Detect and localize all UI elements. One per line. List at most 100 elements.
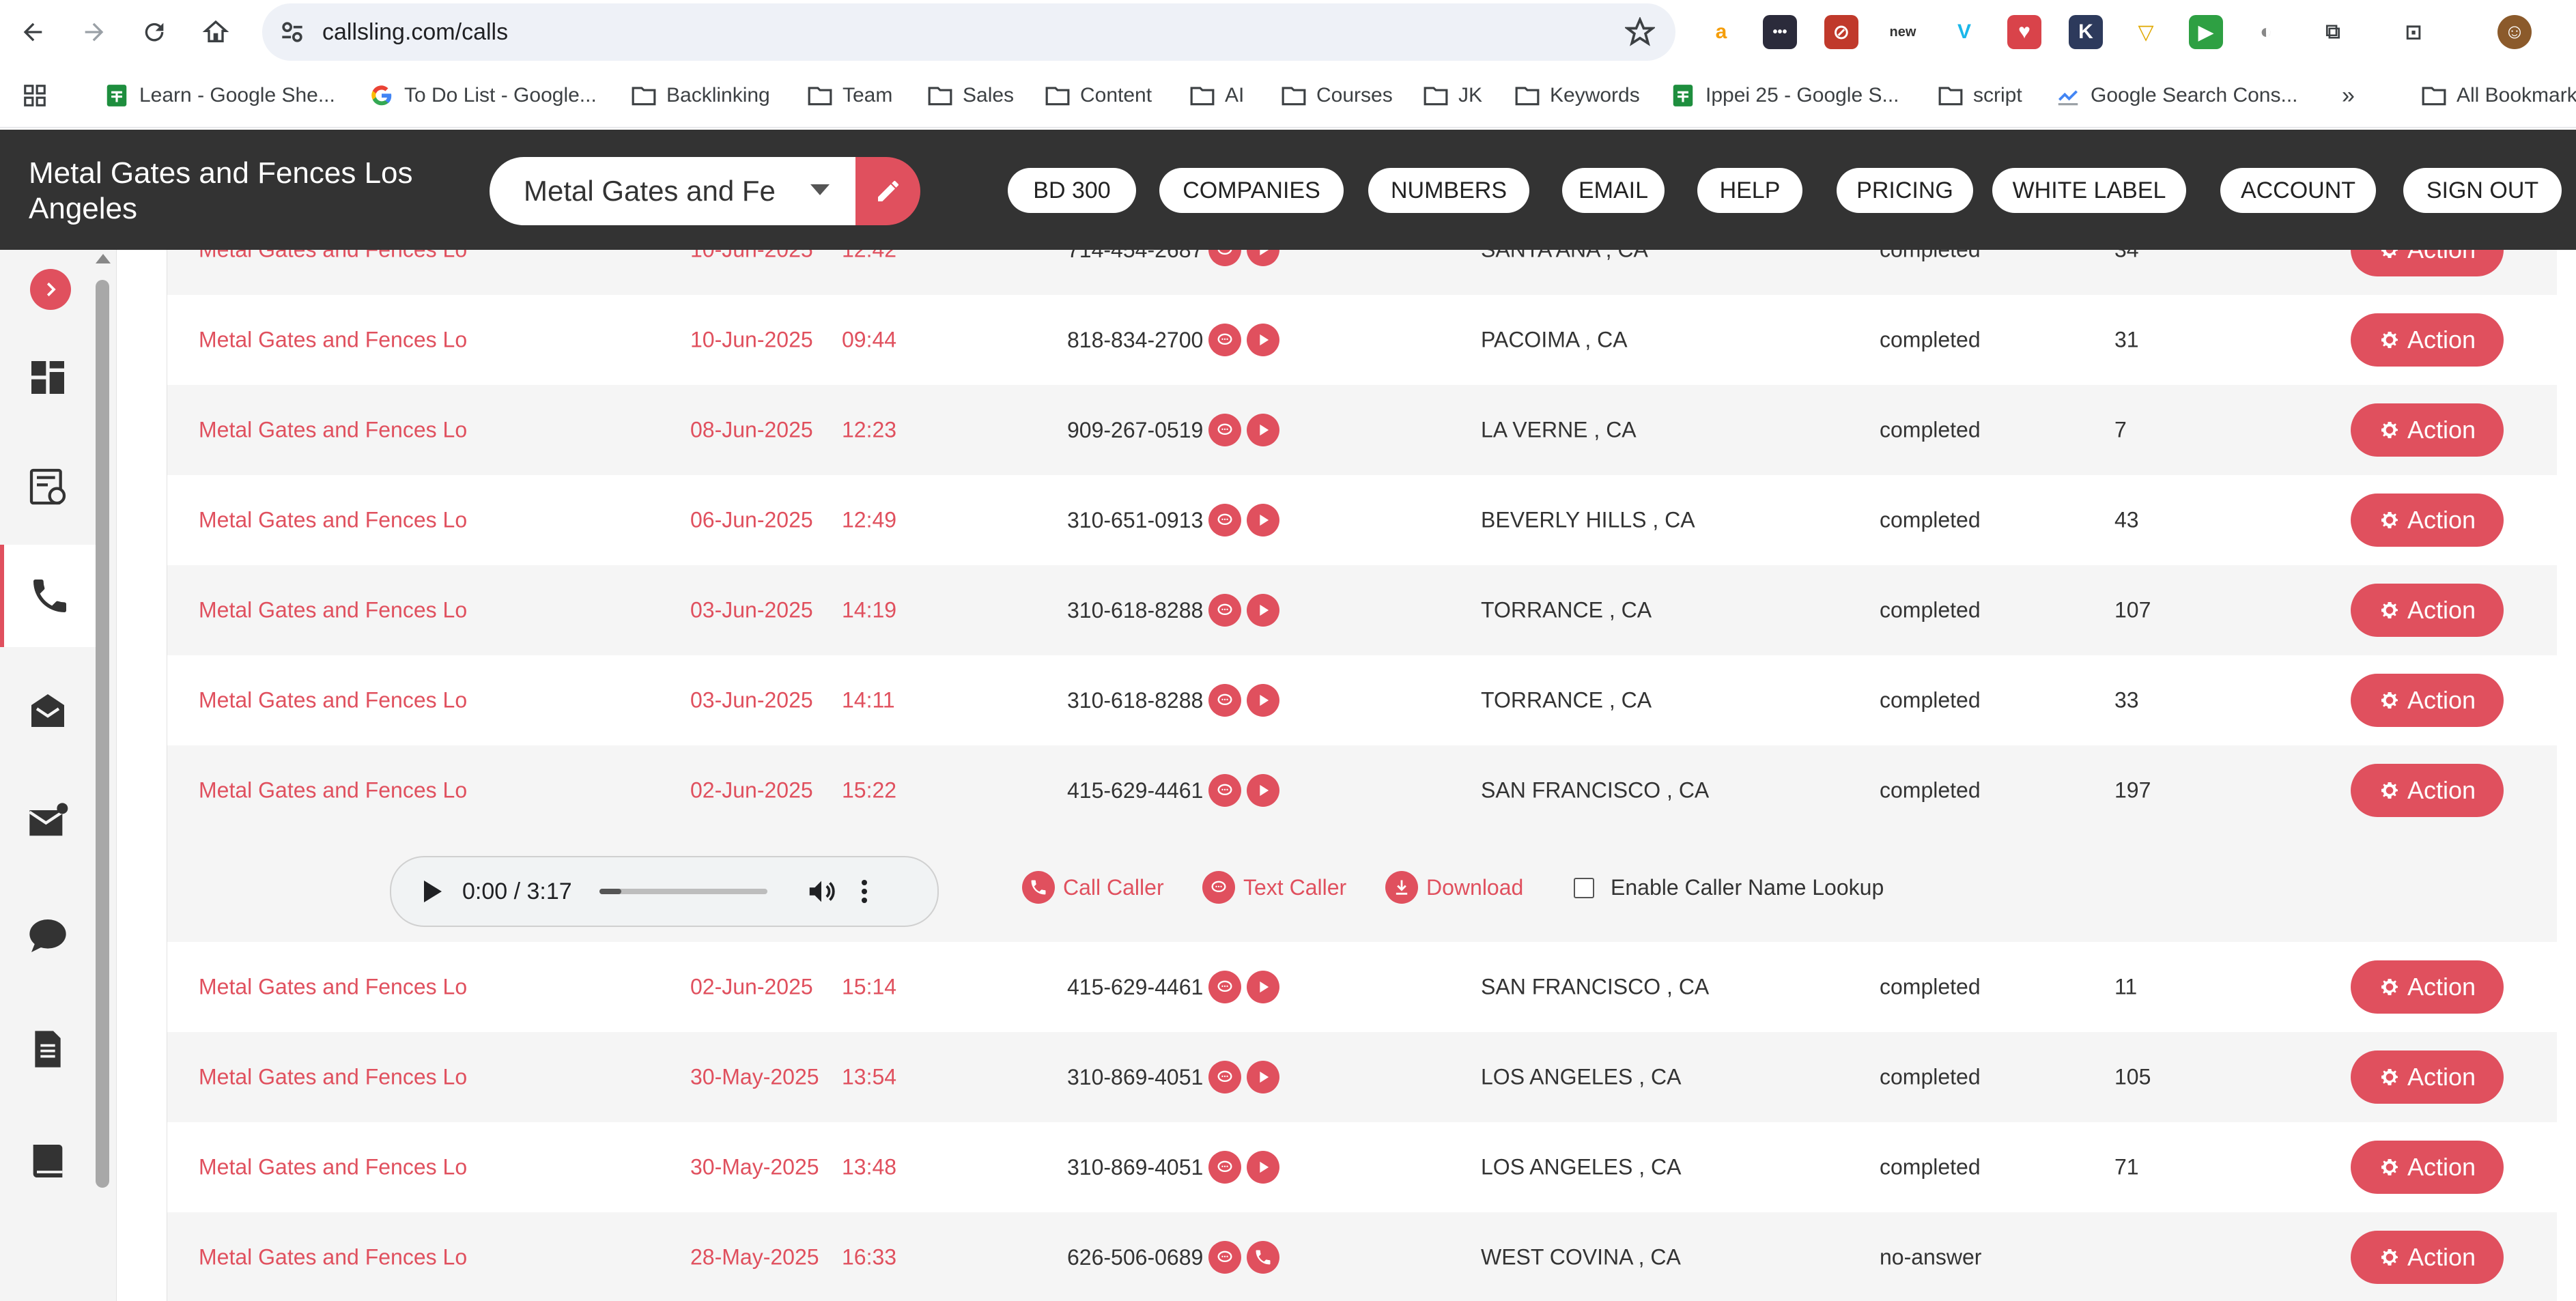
vimeo-extension-icon[interactable]: V bbox=[1947, 15, 1981, 49]
play-recording-icon[interactable] bbox=[1247, 684, 1280, 717]
sidebar-item-calls[interactable] bbox=[0, 545, 96, 647]
sidebar-item-book[interactable] bbox=[0, 1110, 96, 1212]
company-link[interactable]: Metal Gates and Fences Lo bbox=[199, 598, 467, 623]
company-link[interactable]: Metal Gates and Fences Lo bbox=[199, 688, 467, 713]
table-row[interactable]: Metal Gates and Fences Lo 10-Jun-2025 09:4… bbox=[167, 295, 2557, 386]
call-caller-link[interactable]: Call Caller bbox=[1022, 871, 1164, 904]
action-button[interactable]: Action bbox=[2351, 250, 2504, 276]
sms-icon[interactable] bbox=[1208, 1061, 1242, 1093]
sms-icon[interactable] bbox=[1208, 414, 1242, 446]
sidebar-scrollbar[interactable] bbox=[96, 280, 109, 1188]
sms-icon[interactable] bbox=[1208, 1241, 1242, 1274]
url-text[interactable]: callsling.com/calls bbox=[322, 19, 508, 46]
nav-white-label[interactable]: WHITE LABEL bbox=[1992, 168, 2186, 213]
address-bar[interactable]: callsling.com/calls bbox=[262, 3, 1675, 61]
download-link[interactable]: Download bbox=[1385, 871, 1523, 904]
company-link[interactable]: Metal Gates and Fences Lo bbox=[199, 250, 467, 263]
apps-grid-icon[interactable] bbox=[22, 79, 48, 112]
text-caller-link[interactable]: Text Caller bbox=[1202, 871, 1346, 904]
table-row[interactable]: Metal Gates and Fences Lo 03-Jun-2025 14:1… bbox=[167, 655, 2557, 746]
play-recording-icon[interactable] bbox=[1247, 1151, 1280, 1184]
sms-icon[interactable] bbox=[1208, 684, 1242, 717]
forward-button[interactable] bbox=[74, 12, 115, 53]
action-button[interactable]: Action bbox=[2351, 1141, 2504, 1194]
pocket-extension-icon[interactable]: ♥ bbox=[2007, 15, 2041, 49]
company-link[interactable]: Metal Gates and Fences Lo bbox=[199, 418, 467, 443]
home-button[interactable] bbox=[195, 12, 236, 53]
action-button[interactable]: Action bbox=[2351, 960, 2504, 1014]
company-link[interactable]: Metal Gates and Fences Lo bbox=[199, 508, 467, 533]
nav-account[interactable]: ACCOUNT bbox=[2220, 168, 2376, 213]
audio-player[interactable]: 0:00 / 3:17 bbox=[390, 856, 939, 927]
sidebar-item-dashboard[interactable] bbox=[0, 326, 96, 429]
sidebar-item-inbox[interactable] bbox=[0, 659, 96, 762]
bookmark-folder[interactable]: Content bbox=[1045, 79, 1152, 112]
sms-icon[interactable] bbox=[1208, 1151, 1242, 1184]
sidebar-item-chat[interactable] bbox=[0, 885, 96, 987]
bookmark-gsc[interactable]: Google Search Cons... bbox=[2055, 79, 2298, 112]
sms-icon[interactable] bbox=[1208, 774, 1242, 807]
action-button[interactable]: Action bbox=[2351, 313, 2504, 367]
amazon-extension-icon[interactable]: a bbox=[1704, 15, 1738, 49]
screen-recorder-extension-icon[interactable]: ▶ bbox=[2189, 15, 2223, 49]
company-link[interactable]: Metal Gates and Fences Lo bbox=[199, 1245, 467, 1270]
back-button[interactable] bbox=[12, 12, 53, 53]
bookmark-google[interactable]: To Do List - Google... bbox=[369, 79, 597, 112]
table-row[interactable]: Metal Gates and Fences Lo 30-May-2025 13:5… bbox=[167, 1032, 2557, 1123]
audio-progress-bar[interactable] bbox=[599, 889, 767, 894]
bookmark-sheets[interactable]: Learn - Google She... bbox=[104, 79, 335, 112]
nav-help[interactable]: HELP bbox=[1697, 168, 1802, 213]
company-link[interactable]: Metal Gates and Fences Lo bbox=[199, 778, 467, 803]
play-recording-icon[interactable] bbox=[1247, 504, 1280, 537]
company-link[interactable]: Metal Gates and Fences Lo bbox=[199, 975, 467, 1000]
sms-icon[interactable] bbox=[1208, 971, 1242, 1003]
profile-avatar[interactable]: ☺ bbox=[2497, 15, 2532, 49]
search-tab-icon[interactable]: ⊡ bbox=[2396, 15, 2431, 49]
table-row[interactable]: Metal Gates and Fences Lo 03-Jun-2025 14:1… bbox=[167, 565, 2557, 656]
sms-icon[interactable] bbox=[1208, 504, 1242, 537]
bookmark-folder[interactable]: Keywords bbox=[1514, 79, 1640, 112]
action-button[interactable]: Action bbox=[2351, 674, 2504, 727]
table-row[interactable]: Metal Gates and Fences Lo 10-Jun-2025 12:4… bbox=[167, 250, 2557, 296]
nav-numbers[interactable]: NUMBERS bbox=[1368, 168, 1529, 213]
bookmark-sheets[interactable]: Ippei 25 - Google S... bbox=[1670, 79, 1899, 112]
new-extension-icon[interactable]: new bbox=[1886, 15, 1920, 49]
action-button[interactable]: Action bbox=[2351, 1050, 2504, 1104]
play-recording-icon[interactable] bbox=[1247, 1061, 1280, 1093]
play-icon[interactable] bbox=[424, 881, 442, 902]
bookmark-folder[interactable]: AI bbox=[1189, 79, 1244, 112]
table-row[interactable]: Metal Gates and Fences Lo 30-May-2025 13:4… bbox=[167, 1122, 2557, 1213]
nav-companies[interactable]: COMPANIES bbox=[1159, 168, 1344, 213]
sms-icon[interactable] bbox=[1208, 324, 1242, 356]
sms-icon[interactable] bbox=[1208, 594, 1242, 627]
company-select[interactable]: Metal Gates and Fe bbox=[490, 157, 855, 225]
sms-icon[interactable] bbox=[1208, 250, 1242, 266]
more-options-icon[interactable] bbox=[861, 880, 867, 903]
table-row[interactable]: Metal Gates and Fences Lo 06-Jun-2025 12:4… bbox=[167, 475, 2557, 566]
bookmark-star-icon[interactable] bbox=[1625, 17, 1655, 47]
edit-company-button[interactable] bbox=[855, 157, 920, 225]
sidebar-expand-button[interactable] bbox=[30, 269, 71, 310]
grey-extension-icon[interactable]: ◐ bbox=[2249, 15, 2283, 49]
bookmark-folder[interactable]: Backlinking bbox=[631, 79, 770, 112]
play-recording-icon[interactable] bbox=[1247, 594, 1280, 627]
company-link[interactable]: Metal Gates and Fences Lo bbox=[199, 1065, 467, 1090]
company-link[interactable]: Metal Gates and Fences Lo bbox=[199, 1155, 467, 1180]
play-recording-icon[interactable] bbox=[1247, 324, 1280, 356]
bookmarks-overflow-button[interactable]: » bbox=[2342, 79, 2355, 112]
all-bookmarks-folder[interactable]: All Bookmarks bbox=[2421, 79, 2576, 112]
table-row[interactable]: Metal Gates and Fences Lo 28-May-2025 16:3… bbox=[167, 1212, 2557, 1301]
caller-name-lookup[interactable]: Enable Caller Name Lookup bbox=[1574, 875, 1884, 900]
play-recording-icon[interactable] bbox=[1247, 774, 1280, 807]
phone-icon[interactable] bbox=[1247, 1241, 1280, 1274]
site-settings-icon[interactable] bbox=[277, 17, 307, 47]
sidebar-item-reports[interactable] bbox=[0, 435, 96, 538]
lookup-checkbox[interactable] bbox=[1574, 877, 1594, 898]
bookmark-folder[interactable]: Sales bbox=[927, 79, 1014, 112]
table-row[interactable]: Metal Gates and Fences Lo 08-Jun-2025 12:2… bbox=[167, 385, 2557, 476]
play-recording-icon[interactable] bbox=[1247, 971, 1280, 1003]
nav-email[interactable]: EMAIL bbox=[1562, 168, 1665, 213]
blocker-extension-icon[interactable]: ⊘ bbox=[1824, 15, 1858, 49]
nav-sign-out[interactable]: SIGN OUT bbox=[2403, 168, 2562, 213]
table-row[interactable]: Metal Gates and Fences Lo 02-Jun-2025 15:2… bbox=[167, 745, 2557, 836]
